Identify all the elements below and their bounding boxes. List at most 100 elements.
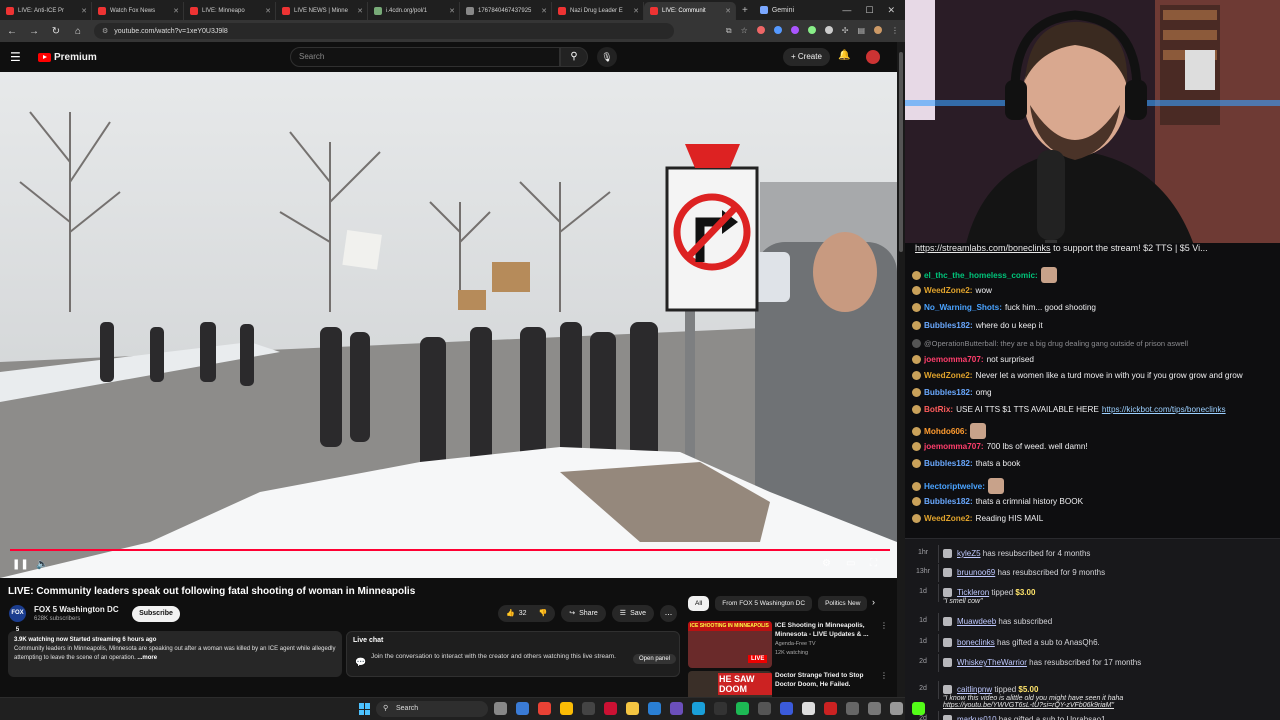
chevron-right-icon[interactable]: › [872, 597, 875, 607]
tab-close-icon[interactable]: ✕ [81, 7, 87, 15]
event-username[interactable]: boneclinks [957, 638, 995, 647]
thumbs-down-icon[interactable]: 👎 [539, 605, 548, 622]
open-panel-button[interactable]: Open panel [633, 654, 677, 664]
notifications-bell-icon[interactable]: 🔔 [838, 50, 850, 61]
extension-icon[interactable] [773, 26, 782, 34]
chat-username[interactable]: Bubbles182: [924, 388, 973, 397]
volume-icon[interactable]: 🔈 [36, 559, 48, 570]
app-icon[interactable] [824, 702, 837, 715]
tab-close-icon[interactable]: ✕ [541, 7, 547, 15]
browser-tab[interactable]: LIVE: Minneapo ✕ [184, 2, 276, 20]
chip-from-channel[interactable]: From FOX 5 Washington DC [715, 596, 813, 611]
page-scrollbar[interactable] [897, 42, 905, 697]
windows-start-icon[interactable] [359, 703, 371, 715]
app-icon[interactable] [758, 702, 771, 715]
create-button[interactable]: + Create [783, 48, 830, 66]
forward-icon[interactable]: → [28, 26, 40, 37]
pause-icon[interactable]: ❚❚ [12, 559, 29, 570]
browser-tab[interactable]: LIVE: Anti-ICE Pr ✕ [0, 2, 92, 20]
tab-close-icon[interactable]: ✕ [633, 7, 639, 15]
browser-tab[interactable]: Gemini [759, 6, 794, 14]
chip-politics[interactable]: Politics New [818, 596, 868, 611]
subscribe-button[interactable]: Subscribe [132, 606, 180, 622]
puzzle-icon[interactable]: ✣ [842, 26, 849, 36]
event-username[interactable]: Muawdeeb [957, 617, 996, 626]
video-player[interactable]: ❚❚ 🔈 ⚙ ▭ ⛶ [0, 72, 897, 578]
app-icon[interactable] [780, 702, 793, 715]
browser-tab[interactable]: Nazi Drug Leader E ✕ [552, 2, 644, 20]
like-button[interactable]: 👍 32 👎 [498, 605, 556, 622]
address-bar[interactable]: ⚙ youtube.com/watch?v=1xeY0U3J9l8 [94, 23, 674, 39]
extension-icon[interactable] [756, 26, 765, 34]
share-button[interactable]: ↪ Share [561, 605, 606, 622]
chat-username[interactable]: joemomma707: [924, 442, 984, 451]
chrome-icon[interactable] [560, 702, 573, 715]
scrollbar-thumb[interactable] [899, 52, 903, 252]
browser-tab[interactable]: 1767840467437925 ✕ [460, 2, 552, 20]
tab-close-icon[interactable]: ✕ [725, 7, 731, 15]
event-username[interactable]: kyleZ5 [957, 549, 981, 558]
new-tab-button[interactable]: + [736, 5, 754, 16]
event-username[interactable]: bruunoo69 [957, 568, 995, 577]
recommendation-thumbnail[interactable]: ICE SHOOTING IN MINNEAPOLIS LIVE [688, 621, 772, 668]
task-view-icon[interactable] [494, 702, 507, 715]
taskbar-search[interactable]: ⚲ Search [376, 701, 488, 717]
home-icon[interactable]: ⌂ [72, 26, 84, 37]
event-username[interactable]: WhiskeyTheWarrior [957, 658, 1027, 667]
chat-username[interactable]: Bubbles182: [924, 497, 973, 506]
hamburger-menu-icon[interactable]: ☰ [10, 50, 30, 64]
chat-username[interactable]: BotRix: [924, 405, 953, 414]
browser-tab[interactable]: i.4cdn.org/pol/1 ✕ [368, 2, 460, 20]
bookmark-star-icon[interactable]: ☆ [741, 26, 748, 36]
back-icon[interactable]: ← [6, 26, 18, 37]
chat-username[interactable]: Bubbles182: [924, 321, 973, 330]
description-box[interactable]: 3.9K watching now Started streaming 6 ho… [8, 631, 342, 677]
youtube-logo[interactable]: Premium [38, 52, 97, 63]
chat-username[interactable]: WeedZone2: [924, 514, 973, 523]
more-actions-button[interactable]: ... [660, 605, 678, 622]
chat-link[interactable]: https://kickbot.com/tips/boneclinks [1102, 405, 1226, 414]
streamlabs-link[interactable]: https://streamlabs.com/boneclinks [915, 243, 1051, 253]
sidebar-icon[interactable]: ▤ [857, 26, 865, 36]
chat-username[interactable]: Mohdo606: [924, 427, 967, 436]
description-more-link[interactable]: ...more [137, 655, 157, 661]
more-options-icon[interactable]: ⋮ [880, 671, 888, 680]
more-options-icon[interactable]: ⋮ [880, 621, 888, 630]
recommendation-item[interactable]: ICE SHOOTING IN MINNEAPOLIS LIVE ICE Sho… [688, 621, 893, 669]
extension-icon[interactable] [824, 26, 833, 34]
search-input[interactable]: Search [290, 47, 560, 67]
fullscreen-icon[interactable]: ⛶ [870, 558, 877, 569]
spotify-icon[interactable] [736, 702, 749, 715]
event-username[interactable]: Tickleron [957, 588, 989, 597]
terminal-icon[interactable] [582, 702, 595, 715]
widgets-icon[interactable] [516, 702, 529, 715]
browser-tab[interactable]: Watch Fox News ✕ [92, 2, 184, 20]
chat-username[interactable]: No_Warning_Shots: [924, 303, 1002, 312]
profile-icon[interactable] [874, 26, 882, 34]
minimize-icon[interactable]: — [842, 5, 851, 16]
chat-username[interactable]: Bubbles182: [924, 459, 973, 468]
miniplayer-icon[interactable]: ▭ [846, 558, 855, 569]
search-button[interactable]: ⚲ [560, 47, 588, 67]
app-icon[interactable] [670, 702, 683, 715]
chat-username[interactable]: el_thc_the_homeless_comic: [924, 271, 1038, 280]
edge-icon[interactable] [692, 702, 705, 715]
save-button[interactable]: ☰ Save [611, 605, 655, 622]
event-username[interactable]: caitlinpnw [957, 685, 992, 694]
file-explorer-icon[interactable] [626, 702, 639, 715]
account-avatar[interactable] [866, 50, 880, 64]
tab-close-icon[interactable]: ✕ [173, 7, 179, 15]
event-username[interactable]: markus010 [957, 715, 997, 720]
tip-message-link[interactable]: https://youtu.be/YWVGT6sL-tU?si=rQY-zVFb… [943, 702, 1114, 709]
mic-button[interactable]: 🎙 [597, 47, 617, 67]
app-icon[interactable] [714, 702, 727, 715]
chat-username[interactable]: Hectoriptwelve: [924, 482, 985, 491]
app-icon[interactable] [846, 702, 859, 715]
chrome-icon[interactable] [538, 702, 551, 715]
channel-name[interactable]: FOX 5 Washington DC [34, 605, 119, 614]
video-progress-bar[interactable] [10, 549, 890, 551]
app-icon[interactable] [802, 702, 815, 715]
tab-close-icon[interactable]: ✕ [449, 7, 455, 15]
close-icon[interactable]: ✕ [887, 5, 895, 16]
excel-icon[interactable] [604, 702, 617, 715]
